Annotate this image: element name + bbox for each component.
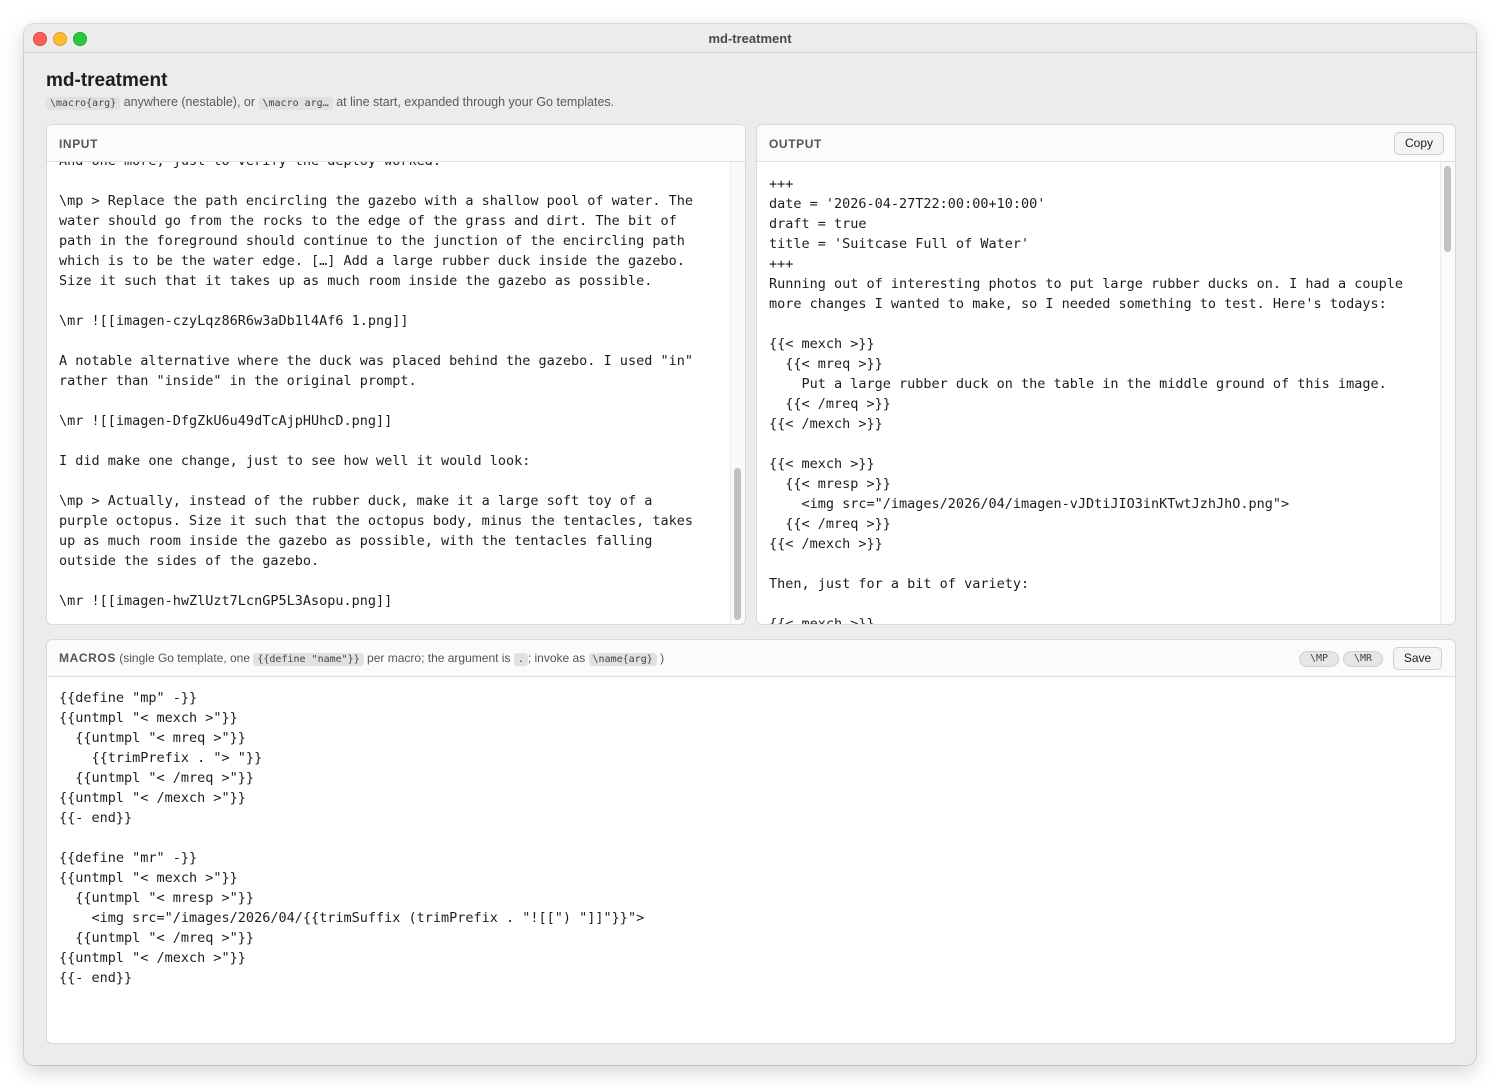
macros-desc-2: per macro; the argument is — [363, 651, 514, 665]
input-panel: INPUT And one more, just to verify the d… — [46, 124, 746, 625]
macros-code-invoke: \name{arg} — [588, 653, 657, 666]
page-title: md-treatment — [46, 70, 168, 91]
input-scroll-thumb[interactable] — [734, 468, 741, 620]
macros-editor[interactable]: {{define "mp" -}} {{untmpl "< mexch >"}}… — [47, 677, 1455, 1043]
subtitle-code-macro-brace: \macro{arg} — [46, 97, 121, 110]
output-scrollbar[interactable] — [1440, 162, 1455, 624]
macros-desc-4: ) — [656, 651, 665, 665]
output-viewer[interactable]: +++ date = '2026-04-27T22:00:00+10:00' d… — [757, 162, 1441, 624]
macros-desc-3: ; invoke as — [527, 651, 589, 665]
subtitle-text-2: at line start, expanded through your Go … — [332, 95, 615, 109]
copy-button[interactable]: Copy — [1394, 132, 1444, 155]
macros-header-text: MACROS (single Go template, one {{define… — [59, 651, 665, 666]
subtitle-code-macro-line: \macro arg… — [258, 97, 333, 110]
macro-chip-mr[interactable]: \MR — [1343, 651, 1383, 667]
page-subtitle: \macro{arg} anywhere (nestable), or \mac… — [46, 95, 615, 110]
output-label: OUTPUT — [769, 137, 822, 151]
macros-text[interactable]: {{define "mp" -}} {{untmpl "< mexch >"}}… — [59, 688, 644, 988]
title-bar: md-treatment — [24, 24, 1476, 53]
input-scrollbar[interactable] — [730, 162, 745, 624]
output-scroll-thumb[interactable] — [1444, 166, 1451, 252]
input-editor[interactable]: And one more, just to verify the deploy … — [47, 162, 731, 624]
macros-panel: MACROS (single Go template, one {{define… — [46, 639, 1456, 1044]
macros-label: MACROS — [59, 651, 116, 665]
output-text: +++ date = '2026-04-27T22:00:00+10:00' d… — [769, 176, 1403, 624]
macros-panel-header: MACROS (single Go template, one {{define… — [47, 640, 1455, 677]
input-text[interactable]: And one more, just to verify the deploy … — [59, 162, 693, 611]
input-panel-header: INPUT — [47, 125, 745, 162]
window-title: md-treatment — [708, 31, 792, 46]
macros-desc-1: (single Go template, one — [115, 651, 254, 665]
output-panel: OUTPUT Copy +++ date = '2026-04-27T22:00… — [756, 124, 1456, 625]
subtitle-text-1: anywhere (nestable), or — [120, 95, 259, 109]
macro-chip-mp[interactable]: \MP — [1299, 651, 1339, 667]
app-window: md-treatment md-treatment \macro{arg} an… — [24, 24, 1476, 1065]
macros-code-dot: . — [513, 653, 528, 666]
output-panel-header: OUTPUT Copy — [757, 125, 1455, 162]
input-label: INPUT — [59, 137, 98, 151]
macros-code-define: {{define "name"}} — [253, 653, 364, 666]
save-button[interactable]: Save — [1393, 647, 1442, 670]
